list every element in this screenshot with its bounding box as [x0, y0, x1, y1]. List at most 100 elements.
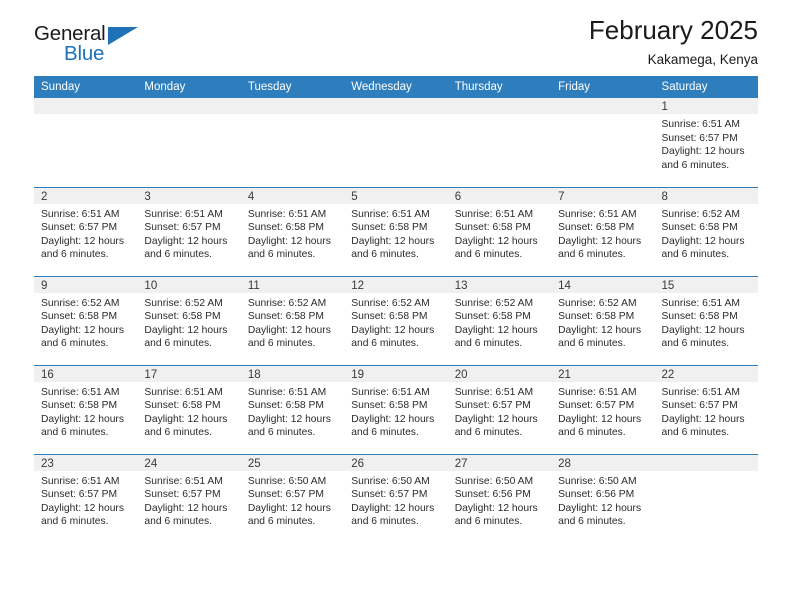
- calendar-day-cell[interactable]: 6 Sunrise: 6:51 AM Sunset: 6:58 PM Daylight…: [447, 186, 552, 276]
- sunset-text: Sunset: 6:57 PM: [144, 222, 221, 234]
- sunrise-text: Sunrise: 6:50 AM: [351, 475, 430, 487]
- day-details: Sunrise: 6:52 AM Sunset: 6:58 PM Daylight:…: [34, 293, 137, 351]
- calendar-day-cell[interactable]: 16 Sunrise: 6:51 AM Sunset: 6:58 PM Dayligh…: [34, 364, 138, 454]
- day-details: Sunrise: 6:51 AM Sunset: 6:58 PM Daylight:…: [551, 204, 654, 262]
- daylight-text: Daylight: 12 hours and 6 minutes.: [351, 324, 435, 350]
- daylight-text: Daylight: 12 hours and 6 minutes.: [247, 413, 331, 439]
- day-number: [344, 98, 448, 114]
- day-number: [551, 98, 655, 114]
- sunset-text: Sunset: 6:57 PM: [247, 489, 324, 501]
- sunset-text: Sunset: 6:58 PM: [351, 400, 428, 412]
- calendar-day-cell[interactable]: 15 Sunrise: 6:51 AM Sunset: 6:58 PM Dayligh…: [654, 275, 758, 365]
- logo-triangle-icon: [108, 27, 138, 45]
- logo-text-blue: Blue: [64, 42, 105, 65]
- daylight-text: Daylight: 12 hours and 6 minutes.: [558, 413, 642, 439]
- calendar-day-cell-empty: [654, 453, 758, 543]
- sunrise-text: Sunrise: 6:51 AM: [247, 386, 327, 398]
- sunset-text: Sunset: 6:57 PM: [454, 400, 531, 412]
- sunset-text: Sunset: 6:58 PM: [144, 311, 221, 323]
- calendar-day-cell[interactable]: 27 Sunrise: 6:50 AM Sunset: 6:56 PM Dayligh…: [447, 453, 552, 543]
- sunset-text: Sunset: 6:57 PM: [558, 400, 635, 412]
- sunset-text: Sunset: 6:57 PM: [144, 489, 221, 501]
- day-details: Sunrise: 6:52 AM Sunset: 6:58 PM Daylight:…: [344, 293, 447, 351]
- sunset-text: Sunset: 6:57 PM: [41, 489, 118, 501]
- daylight-text: Daylight: 12 hours and 6 minutes.: [41, 502, 124, 528]
- calendar-day-cell[interactable]: 18 Sunrise: 6:51 AM Sunset: 6:58 PM Dayligh…: [240, 364, 345, 454]
- calendar-day-cell[interactable]: 14 Sunrise: 6:52 AM Sunset: 6:58 PM Dayligh…: [551, 275, 655, 365]
- day-details: Sunrise: 6:51 AM Sunset: 6:58 PM Daylight:…: [448, 204, 551, 262]
- sunrise-text: Sunrise: 6:51 AM: [41, 208, 120, 220]
- sunset-text: Sunset: 6:58 PM: [351, 311, 428, 323]
- sunset-text: Sunset: 6:58 PM: [41, 400, 118, 412]
- calendar-day-cell[interactable]: 4 Sunrise: 6:51 AM Sunset: 6:58 PM Daylight…: [240, 186, 345, 276]
- day-details: Sunrise: 6:52 AM Sunset: 6:58 PM Daylight:…: [448, 293, 551, 351]
- day-details: Sunrise: 6:50 AM Sunset: 6:56 PM Daylight:…: [551, 471, 654, 529]
- sunset-text: Sunset: 6:58 PM: [144, 400, 221, 412]
- day-number: 5: [344, 187, 448, 204]
- page-subtitle: Kakamega, Kenya: [647, 52, 758, 68]
- sunrise-text: Sunrise: 6:51 AM: [144, 208, 223, 220]
- calendar-day-cell[interactable]: 19 Sunrise: 6:51 AM Sunset: 6:58 PM Dayligh…: [344, 364, 448, 454]
- daylight-text: Daylight: 12 hours and 6 minutes.: [247, 324, 331, 350]
- day-number: 17: [137, 365, 241, 382]
- day-number: 11: [240, 276, 345, 293]
- calendar-day-cell[interactable]: 1 Sunrise: 6:51 AM Sunset: 6:57 PM Daylight…: [654, 98, 758, 187]
- calendar-day-cell[interactable]: 12 Sunrise: 6:52 AM Sunset: 6:58 PM Dayligh…: [344, 275, 448, 365]
- day-number: 25: [240, 454, 345, 471]
- day-number: 24: [137, 454, 241, 471]
- day-number: 27: [447, 454, 552, 471]
- day-details: Sunrise: 6:51 AM Sunset: 6:58 PM Daylight:…: [137, 382, 240, 440]
- weekday-header-saturday: Saturday: [654, 76, 758, 98]
- day-number: 6: [447, 187, 552, 204]
- sunset-text: Sunset: 6:58 PM: [351, 222, 428, 234]
- sunset-text: Sunset: 6:58 PM: [454, 222, 531, 234]
- calendar-day-cell[interactable]: 22 Sunrise: 6:51 AM Sunset: 6:57 PM Dayligh…: [654, 364, 758, 454]
- day-number: [654, 454, 758, 471]
- calendar-day-cell[interactable]: 26 Sunrise: 6:50 AM Sunset: 6:57 PM Dayligh…: [344, 453, 448, 543]
- calendar-week-row: 23 Sunrise: 6:51 AM Sunset: 6:57 PM Dayligh…: [34, 453, 758, 543]
- weekday-header-sunday: Sunday: [34, 76, 138, 98]
- calendar-day-cell[interactable]: 10 Sunrise: 6:52 AM Sunset: 6:58 PM Dayligh…: [137, 275, 241, 365]
- day-number: 21: [551, 365, 655, 382]
- sunrise-text: Sunrise: 6:51 AM: [558, 386, 637, 398]
- daylight-text: Daylight: 12 hours and 6 minutes.: [454, 413, 538, 439]
- day-number: 18: [240, 365, 345, 382]
- calendar-day-cell[interactable]: 7 Sunrise: 6:51 AM Sunset: 6:58 PM Daylight…: [551, 186, 655, 276]
- daylight-text: Daylight: 12 hours and 6 minutes.: [454, 235, 538, 261]
- calendar-day-cell[interactable]: 17 Sunrise: 6:51 AM Sunset: 6:58 PM Dayligh…: [137, 364, 241, 454]
- day-number: 3: [137, 187, 241, 204]
- sunrise-text: Sunrise: 6:51 AM: [661, 119, 740, 130]
- day-number: 19: [344, 365, 448, 382]
- calendar-day-cell[interactable]: 3 Sunrise: 6:51 AM Sunset: 6:57 PM Daylight…: [137, 186, 241, 276]
- calendar-day-cell[interactable]: 8 Sunrise: 6:52 AM Sunset: 6:58 PM Daylight…: [654, 186, 758, 276]
- page-header: General Blue February 2025 Kakamega, Ken…: [34, 0, 758, 76]
- calendar-day-cell[interactable]: 28 Sunrise: 6:50 AM Sunset: 6:56 PM Dayligh…: [551, 453, 655, 543]
- sunrise-text: Sunrise: 6:51 AM: [661, 386, 740, 398]
- calendar-week-row: 16 Sunrise: 6:51 AM Sunset: 6:58 PM Dayligh…: [34, 364, 758, 454]
- calendar-day-cell[interactable]: 23 Sunrise: 6:51 AM Sunset: 6:57 PM Dayligh…: [34, 453, 138, 543]
- day-details: Sunrise: 6:51 AM Sunset: 6:57 PM Daylight:…: [137, 204, 240, 262]
- calendar-day-cell[interactable]: 13 Sunrise: 6:52 AM Sunset: 6:58 PM Dayligh…: [447, 275, 552, 365]
- sunrise-text: Sunrise: 6:52 AM: [247, 297, 327, 309]
- daylight-text: Daylight: 12 hours and 6 minutes.: [351, 413, 435, 439]
- day-details: Sunrise: 6:51 AM Sunset: 6:57 PM Daylight:…: [34, 471, 137, 529]
- calendar-day-cell[interactable]: 20 Sunrise: 6:51 AM Sunset: 6:57 PM Dayligh…: [447, 364, 552, 454]
- day-number: 10: [137, 276, 241, 293]
- sunrise-text: Sunrise: 6:52 AM: [41, 297, 120, 309]
- calendar-day-cell-empty: [447, 98, 552, 187]
- calendar-day-cell[interactable]: 24 Sunrise: 6:51 AM Sunset: 6:57 PM Dayligh…: [137, 453, 241, 543]
- calendar-day-cell[interactable]: 11 Sunrise: 6:52 AM Sunset: 6:58 PM Dayligh…: [240, 275, 345, 365]
- calendar-page: General Blue February 2025 Kakamega, Ken…: [0, 0, 792, 612]
- sunset-text: Sunset: 6:58 PM: [41, 311, 118, 323]
- calendar-day-cell[interactable]: 2 Sunrise: 6:51 AM Sunset: 6:57 PM Daylight…: [34, 186, 138, 276]
- daylight-text: Daylight: 12 hours and 6 minutes.: [661, 324, 745, 350]
- calendar-day-cell[interactable]: 5 Sunrise: 6:51 AM Sunset: 6:58 PM Daylight…: [344, 186, 448, 276]
- general-blue-logo[interactable]: General Blue: [34, 23, 154, 70]
- calendar-day-cell[interactable]: 9 Sunrise: 6:52 AM Sunset: 6:58 PM Daylight…: [34, 275, 138, 365]
- daylight-text: Daylight: 12 hours and 6 minutes.: [41, 413, 124, 439]
- calendar-day-cell[interactable]: 25 Sunrise: 6:50 AM Sunset: 6:57 PM Dayligh…: [240, 453, 345, 543]
- calendar-day-cell[interactable]: 21 Sunrise: 6:51 AM Sunset: 6:57 PM Dayligh…: [551, 364, 655, 454]
- calendar-head: Sunday Monday Tuesday Wednesday Thursday…: [34, 76, 758, 98]
- daylight-text: Daylight: 12 hours and 6 minutes.: [144, 413, 228, 439]
- title-block: February 2025 Kakamega, Kenya: [589, 15, 758, 68]
